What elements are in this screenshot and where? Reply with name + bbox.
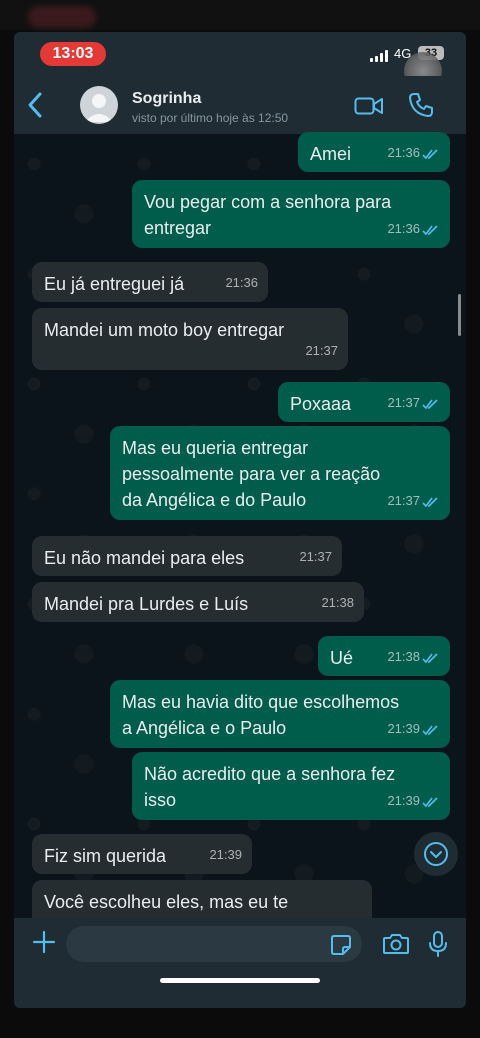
message-time: 21:37 [387, 395, 420, 410]
message-bubble-outgoing[interactable]: Vou pegar com a senhora para entregar 21:… [132, 180, 450, 248]
message-time: 21:37 [387, 493, 420, 508]
message-bubble-outgoing[interactable]: Poxaaa 21:37 [278, 382, 450, 422]
double-check-icon [422, 496, 438, 507]
message-bubble-outgoing[interactable]: Ué 21:38 [318, 636, 450, 676]
message-text-line: Mas eu havia dito que escolhemos [122, 692, 400, 712]
message-time: 21:37 [299, 549, 332, 564]
avatar[interactable] [80, 86, 118, 124]
message-time: 21:36 [387, 221, 420, 236]
message-text-line: a Angélica e o Paulo [122, 718, 287, 738]
phone-icon [409, 93, 433, 117]
message-bubble-outgoing[interactable]: Não acredito que a senhora fez isso 21:39 [132, 752, 450, 820]
attach-button[interactable] [32, 930, 56, 959]
double-check-icon [422, 724, 438, 735]
chevron-left-icon [28, 92, 42, 118]
sticker-icon [331, 935, 351, 955]
message-input[interactable] [66, 926, 362, 962]
message-text: Poxaaa [290, 394, 352, 414]
message-text: Mas eu havia dito que escolhemos a Angéli… [122, 689, 399, 741]
message-text: Não acredito que a senhora fez isso [144, 761, 395, 813]
message-bubble-incoming[interactable]: Eu já entreguei já 21:36 [32, 262, 268, 302]
double-check-icon [422, 796, 438, 807]
camera-icon [383, 934, 409, 954]
sticker-button[interactable] [330, 934, 352, 961]
message-text-line: da Angélica e do Paulo [122, 490, 307, 510]
chat-header: Sogrinha visto por último hoje às 12:50 [14, 76, 466, 134]
message-text-line: Mas eu queria entregar [122, 438, 309, 458]
message-text: Eu já entreguei já [44, 274, 185, 294]
microphone-icon [429, 931, 447, 957]
status-time[interactable]: 13:03 [40, 42, 106, 66]
message-bubble-incoming[interactable]: Mandei um moto boy entregar 21:37 [32, 308, 348, 370]
message-text: Você escolheu eles, mas eu te [44, 892, 289, 912]
message-time: 21:37 [305, 343, 338, 358]
chevron-down-circle-icon [424, 842, 448, 866]
message-time: 21:36 [225, 275, 258, 290]
default-avatar-icon [85, 94, 113, 122]
signal-icon [370, 50, 392, 62]
blurred-pill [28, 6, 96, 28]
message-bubble-incoming[interactable]: Fiz sim querida 21:39 [32, 834, 252, 874]
message-time: 21:36 [387, 145, 420, 160]
plus-icon [32, 930, 56, 954]
chat-scrollbar[interactable] [458, 294, 461, 336]
contact-last-seen: visto por último hoje às 12:50 [132, 111, 289, 125]
message-text: Mas eu queria entregar pessoalmente para … [122, 435, 380, 513]
double-check-icon [422, 398, 438, 409]
message-text-line: isso [144, 790, 177, 810]
message-text: Fiz sim querida [44, 846, 167, 866]
message-text: Ué [330, 648, 354, 668]
scroll-to-bottom-button[interactable] [414, 832, 458, 876]
voice-call-button[interactable] [408, 92, 434, 123]
message-time: 21:39 [387, 793, 420, 808]
message-bubble-outgoing[interactable]: Amei 21:36 [298, 132, 450, 172]
contact-name[interactable]: Sogrinha [132, 90, 201, 108]
back-button[interactable] [26, 90, 46, 120]
video-camera-icon [354, 97, 383, 115]
message-time: 21:39 [387, 721, 420, 736]
chat-area[interactable]: Amei 21:36 Vou pegar com a senhora para e… [14, 132, 466, 940]
video-call-button[interactable] [354, 95, 384, 122]
message-bubble-incoming[interactable]: Eu não mandei para eles 21:37 [32, 536, 342, 576]
camera-button[interactable] [382, 932, 410, 961]
message-input-bar [14, 918, 466, 1008]
message-bubble-outgoing[interactable]: Mas eu havia dito que escolhemos a Angéli… [110, 680, 450, 748]
message-bubble-incoming[interactable]: Mandei pra Lurdes e Luís 21:38 [32, 582, 364, 622]
double-check-icon [422, 148, 438, 159]
message-text-line: Vou pegar com a senhora para [144, 192, 392, 212]
home-indicator[interactable] [160, 978, 320, 983]
message-text-line: Não acredito que a senhora fez [144, 764, 396, 784]
message-text-line: pessoalmente para ver a reação [122, 464, 381, 484]
message-text: Vou pegar com a senhora para entregar [144, 189, 391, 241]
message-text-line: entregar [144, 218, 212, 238]
message-text: Eu não mandei para eles [44, 548, 245, 568]
phone-screen: 13:03 4G 33 Sogrinha visto por último ho… [14, 32, 466, 1008]
double-check-icon [422, 652, 438, 663]
message-bubble-outgoing[interactable]: Mas eu queria entregar pessoalmente para … [110, 426, 450, 520]
mic-button[interactable] [428, 930, 448, 963]
message-time: 21:38 [321, 595, 354, 610]
status-bar: 13:03 4G 33 [14, 32, 466, 90]
double-check-icon [422, 224, 438, 235]
top-blur-area [0, 0, 480, 30]
message-time: 21:39 [209, 847, 242, 862]
message-time: 21:38 [387, 649, 420, 664]
message-text: Mandei pra Lurdes e Luís [44, 594, 249, 614]
message-text: Amei [310, 144, 352, 164]
message-text: Mandei um moto boy entregar [44, 320, 285, 340]
